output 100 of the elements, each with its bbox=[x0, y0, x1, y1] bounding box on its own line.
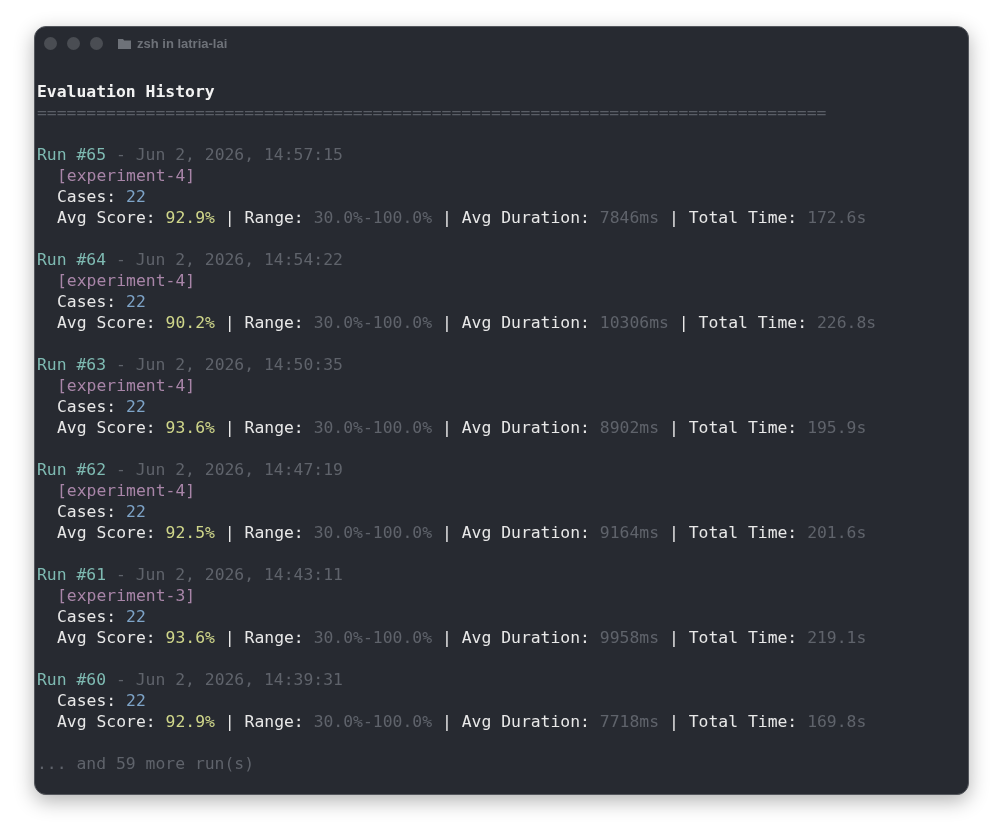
run-number: Run #64 bbox=[37, 250, 107, 269]
heading: Evaluation History bbox=[37, 82, 215, 101]
cases-count: 22 bbox=[126, 292, 146, 311]
stat-value: 93.6% bbox=[165, 628, 215, 647]
close-button[interactable] bbox=[44, 36, 57, 50]
cases-label: Cases: bbox=[57, 502, 117, 521]
pipe-separator: | bbox=[224, 628, 235, 647]
pipe-separator: | bbox=[668, 628, 679, 647]
run-timestamp: - Jun 2, 2026, 14:57:15 bbox=[115, 145, 343, 164]
stat-label: Range: bbox=[244, 523, 304, 542]
pipe-separator: | bbox=[441, 523, 452, 542]
stat-value: 92.5% bbox=[165, 523, 215, 542]
stat-label: Avg Score: bbox=[57, 208, 156, 227]
pipe-separator: | bbox=[224, 523, 235, 542]
run-number: Run #63 bbox=[37, 355, 107, 374]
stat-label: Total Time: bbox=[698, 313, 808, 332]
pipe-separator: | bbox=[224, 313, 235, 332]
stat-value: 30.0%-100.0% bbox=[313, 313, 433, 332]
stat-value: 219.1s bbox=[807, 628, 867, 647]
window-title: zsh in latria-lai bbox=[137, 35, 228, 51]
separator-rule: ================================================================================ bbox=[37, 103, 827, 122]
zoom-button[interactable] bbox=[90, 36, 103, 50]
run-number: Run #62 bbox=[37, 460, 107, 479]
stat-label: Total Time: bbox=[688, 208, 798, 227]
minimize-button[interactable] bbox=[67, 36, 80, 50]
stat-label: Avg Duration: bbox=[461, 313, 590, 332]
stat-value: 172.6s bbox=[807, 208, 867, 227]
stat-label: Total Time: bbox=[688, 628, 798, 647]
run-number: Run #61 bbox=[37, 565, 107, 584]
stat-label: Avg Duration: bbox=[461, 712, 590, 731]
stat-value: 10306ms bbox=[599, 313, 669, 332]
cases-count: 22 bbox=[126, 397, 146, 416]
pipe-separator: | bbox=[224, 208, 235, 227]
more-runs-note: ... and 59 more run(s) bbox=[37, 754, 255, 773]
stat-label: Range: bbox=[244, 628, 304, 647]
cases-count: 22 bbox=[126, 607, 146, 626]
stat-label: Avg Score: bbox=[57, 418, 156, 437]
stat-label: Range: bbox=[244, 418, 304, 437]
stat-value: 9164ms bbox=[599, 523, 660, 542]
pipe-separator: | bbox=[668, 712, 679, 731]
cases-label: Cases: bbox=[57, 607, 117, 626]
experiment-tag: [experiment-4] bbox=[57, 481, 196, 500]
stat-label: Avg Score: bbox=[57, 628, 156, 647]
stat-value: 92.9% bbox=[165, 712, 215, 731]
stat-value: 30.0%-100.0% bbox=[313, 208, 433, 227]
pipe-separator: | bbox=[441, 418, 452, 437]
stat-value: 169.8s bbox=[807, 712, 867, 731]
run-timestamp: - Jun 2, 2026, 14:54:22 bbox=[115, 250, 343, 269]
run-timestamp: - Jun 2, 2026, 14:43:11 bbox=[115, 565, 343, 584]
stat-label: Total Time: bbox=[688, 523, 798, 542]
pipe-separator: | bbox=[224, 418, 235, 437]
stat-value: 226.8s bbox=[817, 313, 877, 332]
run-number: Run #65 bbox=[37, 145, 107, 164]
stat-value: 201.6s bbox=[807, 523, 867, 542]
stat-label: Avg Duration: bbox=[461, 523, 590, 542]
cases-count: 22 bbox=[126, 691, 146, 710]
stat-label: Avg Score: bbox=[57, 523, 156, 542]
stat-label: Range: bbox=[244, 712, 304, 731]
run-timestamp: - Jun 2, 2026, 14:50:35 bbox=[115, 355, 343, 374]
cases-label: Cases: bbox=[57, 187, 117, 206]
pipe-separator: | bbox=[668, 418, 679, 437]
stat-label: Avg Duration: bbox=[461, 208, 590, 227]
stat-value: 90.2% bbox=[165, 313, 215, 332]
run-timestamp: - Jun 2, 2026, 14:39:31 bbox=[115, 670, 343, 689]
cases-count: 22 bbox=[126, 502, 146, 521]
stat-value: 9958ms bbox=[599, 628, 660, 647]
run-number: Run #60 bbox=[37, 670, 107, 689]
cases-count: 22 bbox=[126, 187, 146, 206]
cases-label: Cases: bbox=[57, 292, 117, 311]
stat-label: Range: bbox=[244, 313, 304, 332]
cases-label: Cases: bbox=[57, 691, 117, 710]
pipe-separator: | bbox=[441, 313, 452, 332]
stat-label: Avg Duration: bbox=[461, 418, 590, 437]
stat-value: 92.9% bbox=[165, 208, 215, 227]
stat-value: 7718ms bbox=[599, 712, 660, 731]
stat-value: 93.6% bbox=[165, 418, 215, 437]
pipe-separator: | bbox=[668, 523, 679, 542]
pipe-separator: | bbox=[668, 208, 679, 227]
stat-value: 7846ms bbox=[599, 208, 660, 227]
stat-value: 30.0%-100.0% bbox=[313, 712, 433, 731]
stat-label: Avg Score: bbox=[57, 712, 156, 731]
experiment-tag: [experiment-4] bbox=[57, 166, 196, 185]
pipe-separator: | bbox=[224, 712, 235, 731]
stat-label: Range: bbox=[244, 208, 304, 227]
pipe-separator: | bbox=[441, 712, 452, 731]
stat-label: Total Time: bbox=[688, 418, 798, 437]
stat-value: 30.0%-100.0% bbox=[313, 418, 433, 437]
cases-label: Cases: bbox=[57, 397, 117, 416]
pipe-separator: | bbox=[678, 313, 689, 332]
experiment-tag: [experiment-3] bbox=[57, 586, 196, 605]
stat-value: 8902ms bbox=[599, 418, 660, 437]
stat-value: 195.9s bbox=[807, 418, 867, 437]
stat-label: Avg Duration: bbox=[461, 628, 590, 647]
folder-icon bbox=[118, 37, 131, 49]
run-timestamp: - Jun 2, 2026, 14:47:19 bbox=[115, 460, 343, 479]
stat-value: 30.0%-100.0% bbox=[313, 628, 433, 647]
pipe-separator: | bbox=[441, 208, 452, 227]
experiment-tag: [experiment-4] bbox=[57, 271, 196, 290]
pipe-separator: | bbox=[441, 628, 452, 647]
stat-label: Avg Score: bbox=[57, 313, 156, 332]
